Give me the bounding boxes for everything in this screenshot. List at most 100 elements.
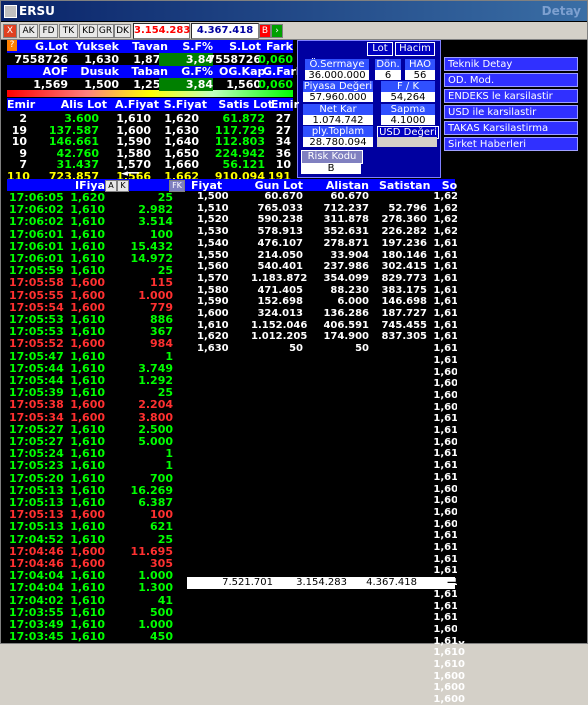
trade-price: 1,610 [70, 581, 105, 595]
osermaye-label: Ö.Sermaye [305, 59, 369, 70]
trade-time: 17:05:38 [9, 398, 64, 412]
distribution-cell: 471.405 [257, 284, 303, 296]
side-button-3[interactable]: USD ile karsilastir [444, 105, 578, 119]
window-right-title: Detay [541, 4, 581, 18]
trade-time: 17:03:45 [9, 630, 64, 644]
toolbar-button-ak[interactable]: AK [19, 24, 38, 38]
trade-lot: 1 [165, 447, 173, 461]
piyasa-label: Piyasa Değeri [303, 81, 373, 92]
trade-time: 17:04:02 [9, 593, 64, 607]
depth-header-cell: S.Fiyat [163, 98, 207, 111]
hao-label: HAO [405, 59, 435, 70]
stock-detail-window: ERSU Detay X AK FD TK KD GR DK 3.154.283 4.367.4… [0, 0, 588, 705]
depth-header-cell: Emir [270, 98, 299, 111]
toolbar-button-dk[interactable]: DK [114, 24, 131, 38]
distribution-cell: 1,610 [197, 319, 229, 331]
piyasa-value: 57.960.000 [303, 92, 373, 103]
trade-lot: 1 [165, 349, 173, 363]
trade-price: 1,600 [70, 544, 105, 558]
trade-time: 17:05:54 [9, 300, 64, 314]
distribution-cell: 60.670 [330, 191, 369, 202]
trade-time: 17:04:04 [9, 569, 64, 583]
distribution-cell: 152.698 [257, 296, 303, 308]
toolbar-button-x[interactable]: X [3, 24, 17, 38]
side-button-1[interactable]: OD. Mod. [444, 73, 578, 87]
side-button-2[interactable]: ENDEKS le karsilastir [444, 89, 578, 103]
hacim-button[interactable]: Hacim [395, 42, 435, 56]
summary-header: S.F% [182, 40, 213, 53]
trade-price: 1,610 [70, 532, 105, 546]
distribution-cell: 146.698 [381, 296, 427, 308]
trade-time: 17:05:44 [9, 374, 64, 387]
distribution-cell: 302.415 [381, 261, 427, 273]
summary-header: Fark [265, 40, 293, 53]
trade-time: 17:05:47 [9, 349, 64, 363]
trade-price: 1,600 [70, 288, 105, 302]
distribution-total: 4.367.418 [366, 577, 417, 588]
trade-price: 1,610 [70, 471, 105, 485]
summary-header: G.F% [181, 65, 213, 78]
lot-button[interactable]: Lot [367, 42, 393, 56]
total-buy-value: 3.154.283 [133, 23, 190, 39]
osermaye-value: 36.000.000 [305, 70, 369, 81]
distribution-cell: 1.012.205 [251, 331, 308, 343]
trade-price: 1,610 [70, 520, 105, 534]
fk-label: F / K [381, 81, 435, 92]
trade-lot: 1.000 [138, 288, 173, 302]
trade-price: 1,610 [70, 361, 105, 375]
trade-lot: 41 [157, 593, 173, 607]
distribution-cell: 1,550 [197, 249, 229, 261]
trade-time: 17:05:59 [9, 264, 64, 278]
distribution-cell: 1,560 [197, 261, 229, 273]
trade-lot: 1.300 [138, 581, 173, 595]
side-button-5[interactable]: Sirket Haberleri [444, 137, 578, 151]
distribution-son-cell: 1,600 [433, 694, 465, 705]
summary-header: Dusuk [80, 65, 119, 78]
side-button-4[interactable]: TAKAS Karsilastirma [444, 121, 578, 135]
toolbar-button-gr[interactable]: GR [97, 24, 114, 38]
help-icon[interactable]: ? [7, 40, 17, 51]
b-button[interactable]: B [259, 24, 271, 38]
trade-time: 17:06:01 [9, 239, 64, 253]
distribution-cell: 476.107 [257, 237, 303, 249]
summary-value: 0,060 [258, 78, 293, 91]
distribution-cell: 33.904 [330, 249, 369, 261]
depth-header-cell: Alis Lot [60, 98, 107, 111]
trade-time: 17:06:02 [9, 215, 64, 229]
side-button-0[interactable]: Teknik Detay [444, 57, 578, 71]
trade-lot: 700 [150, 471, 173, 485]
summary-header: G.Lot [34, 40, 68, 53]
distribution-total: 7.521.701 [222, 577, 273, 588]
trade-lot: 779 [150, 300, 173, 314]
toolbar-button-kd[interactable]: KD [79, 24, 98, 38]
distribution-cell: 50 [289, 343, 303, 355]
back-arrow-icon[interactable]: ◄━━ [121, 169, 161, 179]
distribution-cell: 383.175 [381, 284, 427, 296]
distribution-cell: 174.900 [323, 331, 369, 343]
trade-lot: 886 [150, 313, 173, 326]
arrow-icon[interactable]: › [271, 24, 283, 38]
trade-lot: 3.800 [138, 410, 173, 424]
trade-price: 1,610 [70, 264, 105, 278]
trade-time: 17:05:55 [9, 288, 64, 302]
toolbar-button-fd[interactable]: FD [39, 24, 58, 38]
toolbar: X AK FD TK KD GR DK 3.154.283 4.367.418 B › [1, 22, 587, 40]
toolbar-button-tk[interactable]: TK [59, 24, 78, 38]
summary-header: G.Fark [263, 65, 304, 78]
distribution-cell: 352.631 [323, 226, 369, 238]
trade-lot: 1.000 [138, 618, 173, 631]
netkar-value: 1.074.742 [303, 115, 373, 126]
distribution-cell: 278.360 [381, 214, 427, 226]
trade-price: 1,610 [70, 496, 105, 509]
distribution-cell: 1,580 [197, 284, 229, 296]
trade-price: 1,610 [70, 618, 105, 631]
trade-price: 1,610 [70, 215, 105, 229]
distribution-cell: 540.401 [257, 261, 303, 273]
trade-time: 17:05:39 [9, 386, 64, 400]
trade-lot: 2.982 [138, 203, 173, 217]
trade-lot: 1 [165, 459, 173, 473]
trade-price: 1,610 [70, 605, 105, 619]
trade-price: 1,610 [70, 227, 105, 241]
title-bar[interactable]: ERSU Detay [1, 1, 587, 21]
distribution-cell: 60.670 [264, 191, 303, 202]
